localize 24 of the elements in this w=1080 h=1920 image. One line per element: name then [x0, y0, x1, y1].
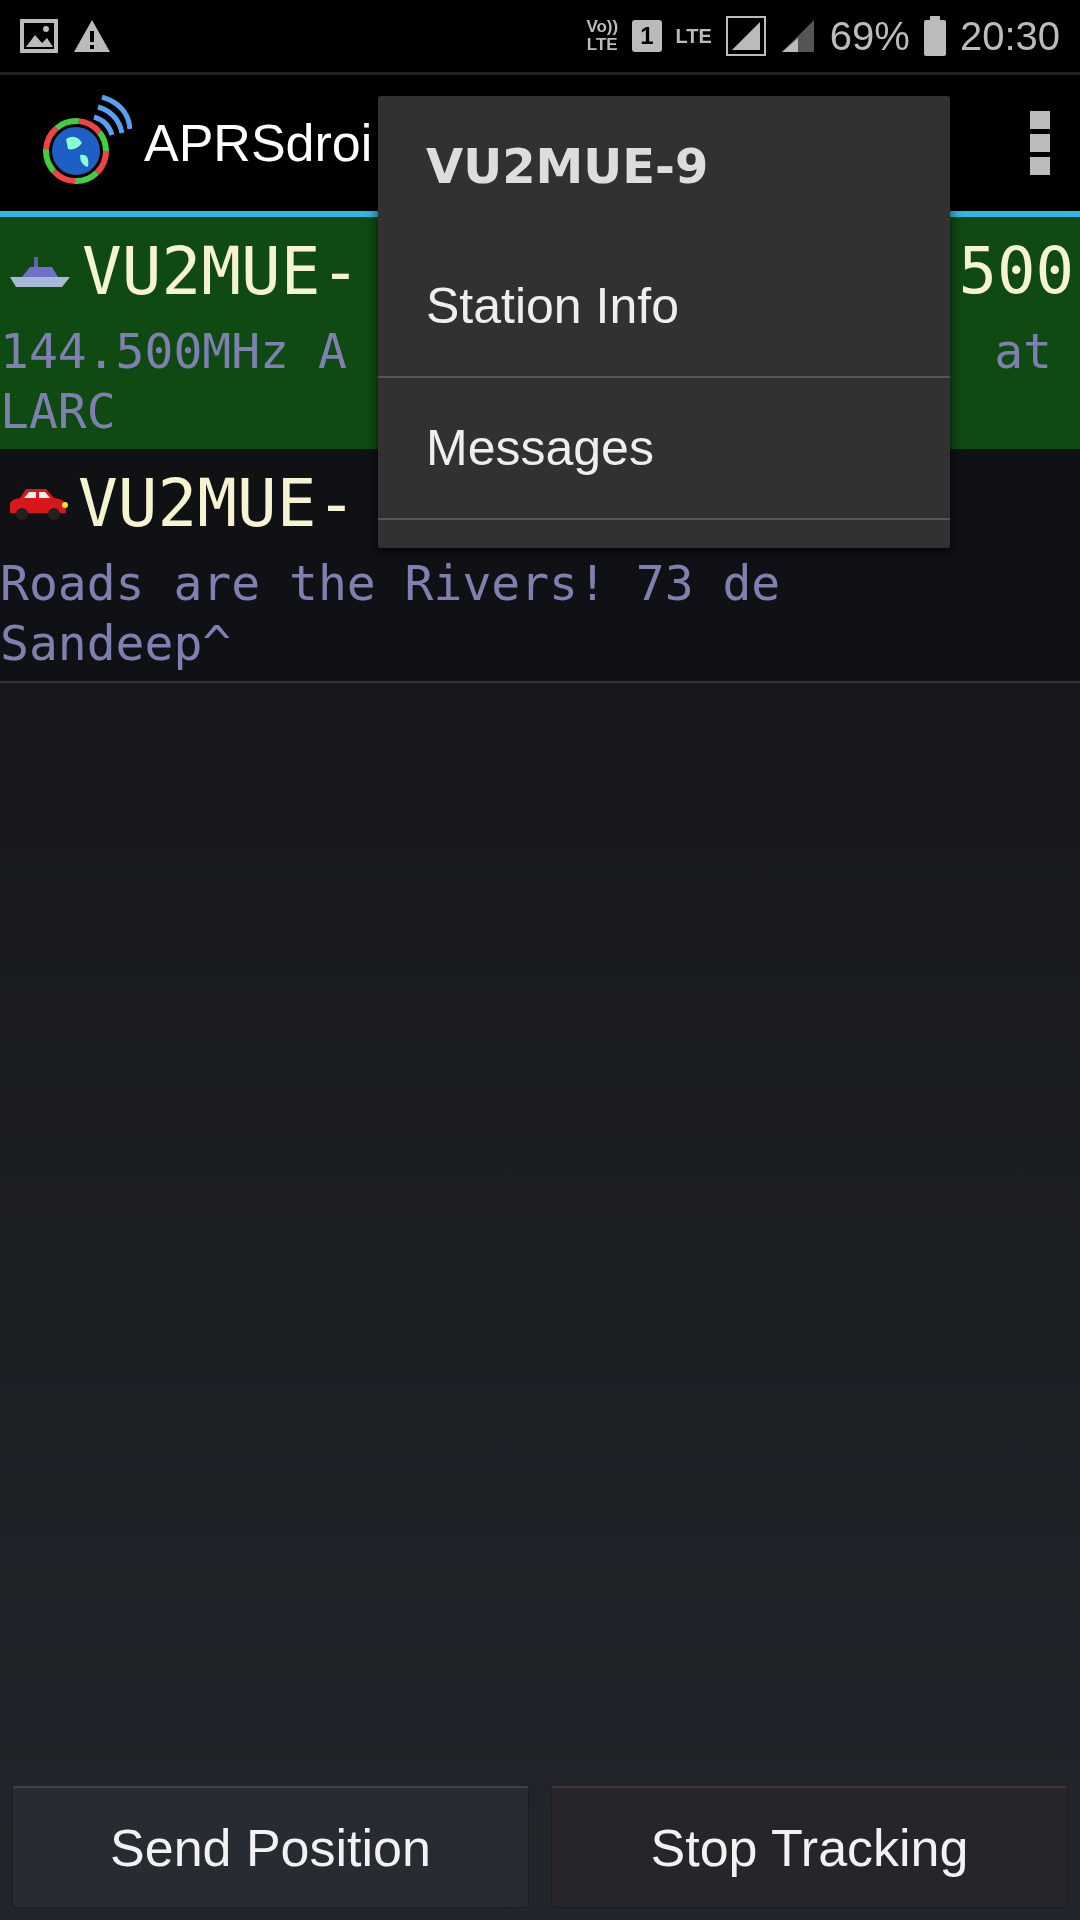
stop-tracking-button[interactable]: Stop Tracking	[551, 1786, 1068, 1908]
station-callsign: 500	[958, 234, 1075, 308]
battery-percent: 69%	[829, 13, 910, 59]
signal-icon	[725, 16, 766, 56]
volte-icon: Vo)) LTE	[586, 18, 619, 54]
warning-icon	[72, 18, 112, 54]
network-label: LTE	[675, 24, 712, 48]
clock: 20:30	[959, 13, 1060, 59]
app-title: APRSdroi	[144, 113, 373, 173]
station-comment: Sandeep^	[0, 614, 232, 673]
station-comment: Roads are the Rivers! 73 de	[0, 554, 781, 613]
station-comment: at	[994, 322, 1052, 381]
station-callsign: VU2MUE-	[78, 464, 357, 542]
battery-icon	[923, 16, 946, 56]
menu-item[interactable]: Messages	[378, 378, 950, 520]
menu-title: VU2MUE-9	[425, 137, 710, 196]
station-comment: LARC	[0, 382, 116, 441]
send-position-button[interactable]: Send Position	[12, 1786, 529, 1908]
sim-icon: 1	[632, 20, 662, 52]
station-callsign: VU2MUE-	[82, 232, 361, 310]
image-icon	[20, 19, 58, 53]
menu-item[interactable]: Station Info	[378, 236, 950, 378]
station-comment: 144.500MHz A	[0, 322, 347, 381]
overflow-menu-icon[interactable]	[1030, 111, 1050, 175]
